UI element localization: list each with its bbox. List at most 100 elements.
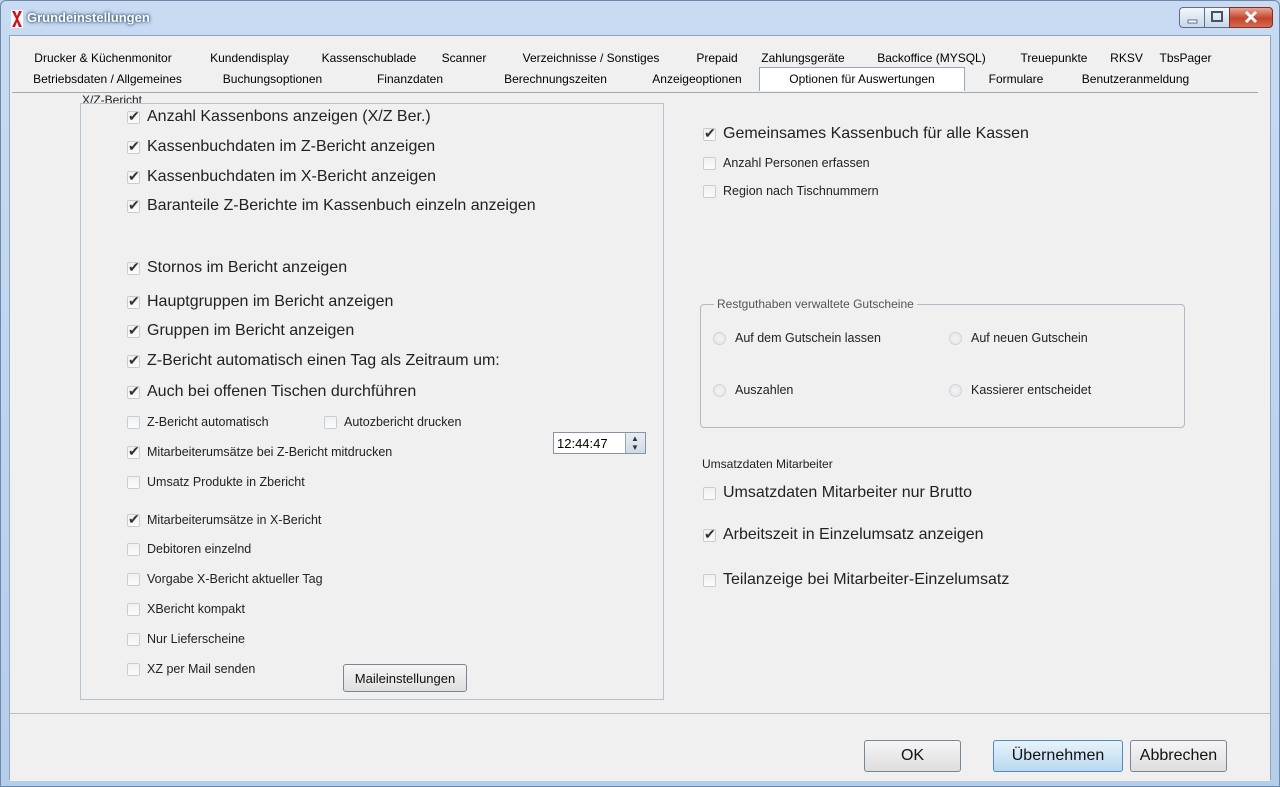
tab-9-tabs_row1[interactable]: Treuepunkte <box>1006 48 1102 69</box>
radio-unselected-icon[interactable] <box>949 383 962 397</box>
title-bar[interactable]: Grundeinstellungen <box>1 1 1279 35</box>
checkbox-unchecked-icon[interactable] <box>703 573 716 587</box>
voucher-option-1[interactable]: Auf dem Gutschein lassen <box>713 331 881 345</box>
xz-option-3[interactable]: Kassenbuchdaten im X-Bericht anzeigen <box>127 168 436 186</box>
xz-option-17[interactable]: XBericht kompakt <box>127 602 245 616</box>
checkbox-checked-icon[interactable] <box>127 322 140 339</box>
xz-option-16[interactable]: Vorgabe X-Bericht aktueller Tag <box>127 572 323 586</box>
checkbox-checked-icon[interactable] <box>703 125 716 142</box>
xz-option-10[interactable]: Z-Bericht automatisch <box>127 415 269 429</box>
tab-6-tabs_row2[interactable]: Optionen für Auswertungen <box>759 67 965 91</box>
tab-10-tabs_row1[interactable]: RKSV <box>1102 48 1151 69</box>
radio-unselected-icon[interactable] <box>713 331 726 345</box>
general-option-1[interactable]: Gemeinsames Kassenbuch für alle Kassen <box>703 125 1029 143</box>
checkbox-unchecked-icon[interactable] <box>127 602 140 616</box>
spin-buttons[interactable]: ▲ ▼ <box>625 433 645 453</box>
checkbox-checked-icon[interactable] <box>127 259 140 276</box>
xz-option-9-label: Auch bei offenen Tischen durchführen <box>147 383 417 400</box>
close-icon <box>1244 10 1258 24</box>
tab-2-tabs_row2[interactable]: Buchungsoptionen <box>201 69 344 90</box>
xz-option-11[interactable]: Autozbericht drucken <box>324 415 461 429</box>
xz-option-7[interactable]: Gruppen im Bericht anzeigen <box>127 322 354 340</box>
apply-button[interactable]: Übernehmen <box>993 740 1123 772</box>
checkbox-checked-icon[interactable] <box>703 526 716 543</box>
xz-option-6[interactable]: Hauptgruppen im Bericht anzeigen <box>127 293 393 311</box>
xz-option-8[interactable]: Z-Bericht automatisch einen Tag als Zeit… <box>127 352 500 370</box>
voucher-group-label: Restguthaben verwaltete Gutscheine <box>714 297 917 311</box>
tab-3-tabs_row2[interactable]: Finanzdaten <box>344 69 476 90</box>
close-button[interactable] <box>1229 7 1273 28</box>
radio-unselected-icon[interactable] <box>713 383 726 397</box>
voucher-group-frame <box>700 304 1185 428</box>
xz-option-14[interactable]: Mitarbeiterumsätze in X-Bericht <box>127 511 322 528</box>
xz-option-4[interactable]: Baranteile Z-Berichte im Kassenbuch einz… <box>127 197 536 215</box>
tab-1-tabs_row2[interactable]: Betriebsdaten / Allgemeines <box>14 69 201 90</box>
xz-option-14-label: Mitarbeiterumsätze in X-Bericht <box>147 513 322 527</box>
general-option-2[interactable]: Anzahl Personen erfassen <box>703 156 870 170</box>
checkbox-checked-icon[interactable] <box>127 352 140 369</box>
cancel-button[interactable]: Abbrechen <box>1130 740 1227 772</box>
spin-up-icon[interactable]: ▲ <box>631 435 639 443</box>
time-spinner[interactable]: 12:44:47 ▲ ▼ <box>553 432 646 454</box>
employee-option-2[interactable]: Arbeitszeit in Einzelumsatz anzeigen <box>703 526 984 544</box>
xz-option-13[interactable]: Umsatz Produkte in Zbericht <box>127 475 305 489</box>
voucher-option-3[interactable]: Auszahlen <box>713 383 793 397</box>
xz-option-18[interactable]: Nur Lieferscheine <box>127 632 245 646</box>
checkbox-unchecked-icon[interactable] <box>127 632 140 646</box>
time-value[interactable]: 12:44:47 <box>557 436 608 451</box>
tab-3-tabs_row1[interactable]: Kassenschublade <box>307 48 431 69</box>
radio-unselected-icon[interactable] <box>949 331 962 345</box>
xz-option-18-label: Nur Lieferscheine <box>147 632 245 646</box>
employee-option-2-label: Arbeitszeit in Einzelumsatz anzeigen <box>723 526 984 543</box>
xz-option-12-label: Mitarbeiterumsätze bei Z-Bericht mitdruc… <box>147 445 393 459</box>
checkbox-unchecked-icon[interactable] <box>324 415 337 429</box>
voucher-option-4[interactable]: Kassierer entscheidet <box>949 383 1091 397</box>
checkbox-unchecked-icon[interactable] <box>127 475 140 489</box>
checkbox-unchecked-icon[interactable] <box>703 486 716 500</box>
employee-option-3[interactable]: Teilanzeige bei Mitarbeiter-Einzelumsatz <box>703 571 1009 589</box>
checkbox-checked-icon[interactable] <box>127 511 140 528</box>
general-option-3[interactable]: Region nach Tischnummern <box>703 184 879 198</box>
checkbox-checked-icon[interactable] <box>127 383 140 400</box>
tab-1-tabs_row1[interactable]: Drucker & Küchenmonitor <box>14 48 192 69</box>
xz-option-7-label: Gruppen im Bericht anzeigen <box>147 322 355 339</box>
xz-option-9[interactable]: Auch bei offenen Tischen durchführen <box>127 383 416 401</box>
tab-4-tabs_row1[interactable]: Scanner <box>431 48 497 69</box>
xz-option-19[interactable]: XZ per Mail senden <box>127 662 255 676</box>
tab-5-tabs_row2[interactable]: Anzeigeoptionen <box>635 69 759 90</box>
checkbox-checked-icon[interactable] <box>127 108 140 125</box>
checkbox-checked-icon[interactable] <box>127 293 140 310</box>
mail-settings-button[interactable]: Maileinstellungen <box>343 664 467 692</box>
checkbox-unchecked-icon[interactable] <box>703 156 716 170</box>
xz-option-2[interactable]: Kassenbuchdaten im Z-Bericht anzeigen <box>127 138 435 156</box>
xz-option-1[interactable]: Anzahl Kassenbons anzeigen (X/Z Ber.) <box>127 108 431 126</box>
xz-option-15[interactable]: Debitoren einzelnd <box>127 542 251 556</box>
minimize-button[interactable] <box>1179 7 1205 28</box>
tab-11-tabs_row1[interactable]: TbsPager <box>1151 48 1220 69</box>
tab-2-tabs_row1[interactable]: Kundendisplay <box>192 48 307 69</box>
checkbox-unchecked-icon[interactable] <box>127 662 140 676</box>
tab-7-tabs_row2[interactable]: Formulare <box>965 69 1067 90</box>
tab-5-tabs_row1[interactable]: Verzeichnisse / Sonstiges <box>497 48 685 69</box>
checkbox-unchecked-icon[interactable] <box>127 572 140 586</box>
xz-option-12[interactable]: Mitarbeiterumsätze bei Z-Bericht mitdruc… <box>127 443 393 460</box>
checkbox-checked-icon[interactable] <box>127 138 140 155</box>
maximize-button[interactable] <box>1204 7 1230 28</box>
tab-8-tabs_row2[interactable]: Benutzeranmeldung <box>1067 69 1204 90</box>
checkbox-unchecked-icon[interactable] <box>127 415 140 429</box>
ok-button[interactable]: OK <box>864 740 961 772</box>
checkbox-checked-icon[interactable] <box>127 168 140 185</box>
checkbox-checked-icon[interactable] <box>127 197 140 214</box>
tab-7-tabs_row1[interactable]: Zahlungsgeräte <box>749 48 857 69</box>
checkbox-unchecked-icon[interactable] <box>127 542 140 556</box>
checkbox-checked-icon[interactable] <box>127 443 140 460</box>
tab-8-tabs_row1[interactable]: Backoffice (MYSQL) <box>857 48 1006 69</box>
employee-option-1[interactable]: Umsatzdaten Mitarbeiter nur Brutto <box>703 484 972 502</box>
xz-option-5[interactable]: Stornos im Bericht anzeigen <box>127 259 347 277</box>
minimize-icon <box>1187 19 1198 24</box>
checkbox-unchecked-icon[interactable] <box>703 184 716 198</box>
voucher-option-2[interactable]: Auf neuen Gutschein <box>949 331 1088 345</box>
spin-down-icon[interactable]: ▼ <box>631 444 639 452</box>
tab-4-tabs_row2[interactable]: Berechnungszeiten <box>476 69 635 90</box>
tab-6-tabs_row1[interactable]: Prepaid <box>685 48 749 69</box>
